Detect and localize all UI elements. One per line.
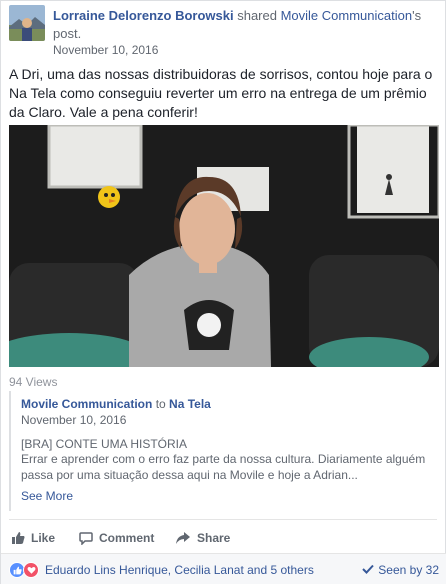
love-reaction-icon	[23, 562, 39, 578]
shared-post[interactable]: Movile Communication to Na Tela November…	[9, 391, 439, 511]
shared-text: Errar e aprender com o erro faz parte da…	[21, 452, 426, 482]
reaction-names[interactable]: Eduardo Lins Henrique, Cecilia Lanat and…	[45, 563, 314, 577]
reactions-bar: Eduardo Lins Henrique, Cecilia Lanat and…	[1, 553, 446, 584]
post-title: Lorraine Delorenzo Borowski shared Movil…	[53, 7, 423, 43]
shared-to-word: to	[155, 397, 166, 411]
view-count: 94 Views	[9, 375, 58, 389]
check-icon	[362, 563, 375, 577]
share-icon	[175, 531, 191, 545]
comment-button[interactable]: Comment	[79, 527, 154, 549]
action-bar: Like Comment Share	[9, 527, 439, 549]
like-button[interactable]: Like	[11, 527, 55, 549]
comment-label: Comment	[99, 531, 155, 545]
post-date[interactable]: November 10, 2016	[53, 43, 158, 57]
like-icon	[11, 531, 25, 545]
see-more-link[interactable]: See More	[21, 489, 73, 503]
post-header: Lorraine Delorenzo Borowski shared Movil…	[9, 5, 437, 57]
post-card: Lorraine Delorenzo Borowski shared Movil…	[0, 0, 446, 584]
video-player[interactable]	[9, 125, 439, 367]
page-link[interactable]: Movile Communication	[281, 8, 413, 23]
author-link[interactable]: Lorraine Delorenzo Borowski	[53, 8, 234, 23]
shared-tag: [BRA] CONTE UMA HISTÓRIA	[21, 437, 188, 451]
seen-label: Seen by 32	[378, 563, 439, 577]
post-body: A Dri, uma das nossas distribuidoras de …	[9, 66, 433, 120]
reaction-icons[interactable]	[9, 562, 39, 578]
divider	[9, 519, 437, 520]
seen-by[interactable]: Seen by 32	[362, 563, 439, 577]
shared-date[interactable]: November 10, 2016	[21, 413, 126, 427]
shared-header: Movile Communication to Na Tela	[21, 397, 211, 411]
comment-icon	[79, 531, 93, 545]
share-label: Share	[197, 531, 231, 545]
avatar[interactable]	[9, 5, 45, 41]
like-label: Like	[31, 531, 56, 545]
share-button[interactable]: Share	[175, 527, 230, 549]
shared-to-link[interactable]: Na Tela	[169, 397, 211, 411]
shared-word: shared	[237, 8, 277, 23]
shared-from-link[interactable]: Movile Communication	[21, 397, 152, 411]
